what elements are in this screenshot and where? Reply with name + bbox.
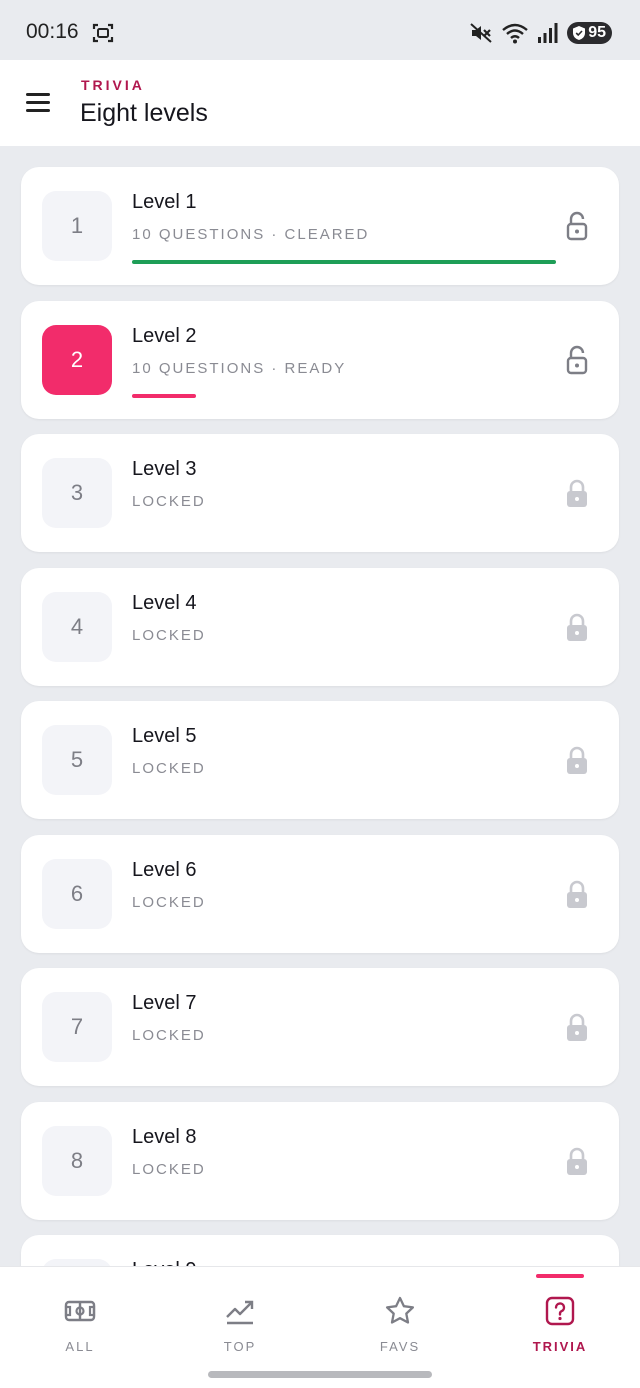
unlocked-padlock-icon: [566, 211, 588, 241]
level-number-badge: 4: [42, 591, 112, 662]
wifi-icon: [502, 23, 528, 44]
locked-padlock-icon: [566, 1146, 588, 1176]
star-icon: [385, 1296, 415, 1324]
stadium-icon: [64, 1300, 96, 1322]
header-kicker: TRIVIA: [81, 77, 145, 93]
level-title: Level 8: [132, 1125, 197, 1148]
level-number-badge: 2: [42, 324, 112, 395]
level-number-badge: 3: [42, 458, 112, 528]
level-status: LOCKED: [132, 760, 206, 777]
app-header: TRIVIA Eight levels: [0, 60, 640, 146]
level-title: Level 1: [132, 191, 197, 213]
level-progress-bar: [132, 393, 196, 398]
nav-item-top[interactable]: TOP: [160, 1267, 320, 1363]
level-status: LOCKED: [132, 1027, 206, 1044]
level-card-1[interactable]: 1 Level 1 10 QUESTIONS · CLEARED: [21, 167, 619, 285]
locked-padlock-icon: [566, 879, 588, 909]
status-bar: 00:16 95: [0, 0, 640, 60]
page-title: Eight levels: [80, 99, 208, 127]
level-title: Level 7: [132, 992, 197, 1014]
level-status: LOCKED: [132, 493, 206, 510]
mute-icon: [470, 23, 492, 43]
nav-item-trivia[interactable]: TRIVIA: [480, 1267, 640, 1363]
level-card-8: 8 Level 8 LOCKED: [21, 1101, 619, 1220]
nav-label-top: TOP: [223, 1339, 257, 1354]
level-title: Level 4: [132, 591, 197, 614]
screenshot-icon: [92, 23, 114, 43]
level-number-badge: 8: [42, 1125, 112, 1196]
status-icons: 95: [469, 20, 612, 46]
level-status: LOCKED: [132, 1160, 206, 1178]
level-card-6: 6 Level 6 LOCKED: [21, 834, 619, 953]
level-number-badge: 5: [42, 725, 112, 795]
locked-padlock-icon: [566, 478, 588, 508]
level-title: Level 5: [132, 725, 197, 747]
level-status: LOCKED: [132, 893, 206, 911]
level-list[interactable]: 1 Level 1 10 QUESTIONS · CLEARED 2 Level 2 10…: [0, 146, 640, 1266]
question-icon: [545, 1296, 575, 1326]
level-card-7: 7 Level 7 LOCKED: [21, 968, 619, 1086]
battery-level: 95: [588, 24, 606, 41]
locked-padlock-icon: [566, 1012, 588, 1042]
battery-icon: 95: [567, 22, 612, 44]
level-number-badge: 7: [42, 992, 112, 1062]
status-time: 00:16: [26, 20, 79, 43]
level-status: LOCKED: [132, 626, 206, 644]
locked-padlock-icon: [566, 745, 588, 775]
level-number-badge: 9: [42, 1259, 112, 1266]
home-indicator: [208, 1371, 432, 1378]
unlocked-padlock-icon: [566, 345, 588, 375]
level-number-badge: 1: [42, 191, 112, 261]
signal-icon: [538, 23, 558, 43]
level-card-3: 3 Level 3 LOCKED: [21, 434, 619, 552]
nav-label-trivia: TRIVIA: [532, 1339, 588, 1354]
level-title: Level 6: [132, 858, 197, 881]
level-card-2[interactable]: 2 Level 2 10 QUESTIONS · READY: [21, 300, 619, 419]
level-status: 10 QUESTIONS · CLEARED: [132, 226, 370, 243]
nav-label-favs: FAVS: [379, 1339, 421, 1354]
hamburger-menu-icon[interactable]: [24, 90, 54, 116]
level-card-9: 9Level 9LOCKED: [21, 1235, 619, 1266]
level-title: Level 3: [132, 458, 197, 480]
nav-item-all[interactable]: ALL: [0, 1267, 160, 1363]
trending-up-icon: [226, 1300, 254, 1325]
level-status: 10 QUESTIONS · READY: [132, 359, 347, 377]
active-tab-indicator: [536, 1274, 584, 1278]
level-title: Level 2: [132, 324, 197, 347]
level-number-badge: 6: [42, 858, 112, 929]
level-card-4: 4 Level 4 LOCKED: [21, 567, 619, 686]
nav-item-favs[interactable]: FAVS: [320, 1267, 480, 1363]
bottom-nav: ALL TOP FAVS TRIVIA: [0, 1266, 640, 1388]
level-card-5: 5 Level 5 LOCKED: [21, 701, 619, 819]
nav-label-all: ALL: [65, 1339, 95, 1354]
shield-icon: [573, 26, 586, 40]
level-progress-bar: [132, 260, 556, 264]
level-title: Level 9: [132, 1259, 197, 1266]
locked-padlock-icon: [566, 612, 588, 642]
